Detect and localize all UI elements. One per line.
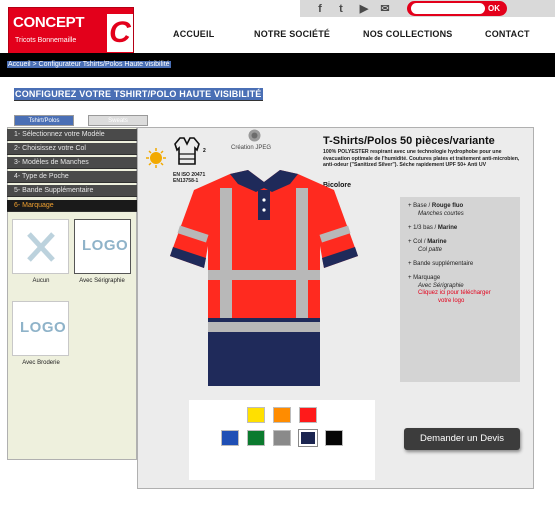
download-jpeg-icon[interactable] (248, 129, 261, 142)
summary-bande: + Bande supplémentaire (408, 261, 474, 267)
color-swatch-green[interactable] (247, 430, 265, 446)
upload-logo-link[interactable]: Cliquez ici pour télécharger (418, 290, 491, 296)
none-icon (27, 232, 55, 262)
tab-tshirt-polos[interactable]: Tshirt/Polos (14, 115, 74, 126)
step-col[interactable]: 2- Choisissez votre Col (7, 143, 137, 155)
option-broderie-label: Avec Broderie (22, 360, 60, 366)
option-aucun[interactable] (12, 219, 69, 274)
color-swatch-black[interactable] (325, 430, 343, 446)
tab-sweats[interactable]: Sweats (88, 115, 148, 126)
step-marquage[interactable]: 6- Marquage (7, 200, 137, 212)
logo-letter-mark: C (107, 14, 133, 52)
cert-class-number: 2 (203, 148, 206, 154)
nav-item-contact[interactable]: CONTACT (485, 29, 530, 39)
twitter-icon[interactable]: t (334, 2, 348, 15)
selection-summary: + Base / Rouge fluo Manches courtes + 1/… (400, 197, 520, 382)
summary-marquage: + Marquage Avec Sérigraphie Cliquez ici … (408, 275, 491, 304)
product-title: T-Shirts/Polos 50 pièces/variante (323, 135, 495, 147)
youtube-icon[interactable]: ▶ (357, 2, 371, 15)
step-poche[interactable]: 4- Type de Poche (7, 171, 137, 183)
summary-col: + Col / Marine Col patte (408, 239, 447, 253)
search-ok-button[interactable]: OK (485, 2, 503, 15)
logo-placeholder-image: LOGO (82, 237, 129, 254)
brand-logo[interactable]: CONCEPT Tricots Bonnemaille C (8, 7, 134, 56)
option-serigraphie-label: Avec Sérigraphie (79, 278, 125, 284)
creation-jpeg-link[interactable]: Création JPEG (231, 145, 271, 151)
option-aucun-label: Aucun (32, 278, 50, 284)
color-swatch-grey[interactable] (273, 430, 291, 446)
color-swatch-yellow[interactable] (247, 407, 265, 423)
uv-protection-icon (146, 148, 166, 168)
search-input[interactable] (411, 3, 485, 14)
summary-bas: + 1/3 bas / Marine (408, 225, 458, 231)
email-icon[interactable]: ✉ (378, 2, 392, 15)
summary-base: + Base / Rouge fluo Manches courtes (408, 203, 464, 217)
product-description: 100% POLYESTER respirant avec une techno… (323, 149, 520, 168)
logo-wordmark: CONCEPT (13, 14, 85, 31)
polo-preview-image (170, 170, 358, 386)
breadcrumb[interactable]: Accueil > Configurateur Tshirts/Polos Ha… (7, 61, 171, 68)
nav-item-societe[interactable]: NOTRE SOCIÉTÉ (254, 29, 330, 39)
nav-item-accueil[interactable]: ACCUEIL (173, 29, 214, 39)
color-swatch-blue[interactable] (221, 430, 239, 446)
step-bande[interactable]: 5- Bande Supplémentaire (7, 185, 137, 197)
color-swatch-orange[interactable] (273, 407, 291, 423)
main-nav: ACCUEIL NOTRE SOCIÉTÉ NOS COLLECTIONS CO… (140, 23, 555, 45)
page-title: CONFIGUREZ VOTRE TSHIRT/POLO HAUTE VISIB… (14, 88, 263, 101)
request-quote-button[interactable]: Demander un Devis (404, 428, 520, 450)
logo-placeholder-image: LOGO (20, 319, 67, 336)
logo-tagline: Tricots Bonnemaille (15, 37, 77, 44)
page: f t ▶ ✉ OK CONCEPT Tricots Bonnemaille C… (0, 0, 555, 509)
option-broderie[interactable]: LOGO (12, 301, 69, 356)
option-serigraphie[interactable]: LOGO (74, 219, 131, 274)
nav-item-collections[interactable]: NOS COLLECTIONS (363, 29, 453, 39)
color-swatch-navy[interactable] (298, 429, 318, 447)
facebook-icon[interactable]: f (313, 2, 327, 15)
color-swatch-panel (189, 400, 375, 480)
upload-logo-link-2[interactable]: votre logo (438, 298, 464, 304)
step-modele[interactable]: 1- Sélectionnez votre Modèle (7, 129, 137, 141)
hi-vis-vest-icon (174, 137, 200, 165)
color-swatch-red[interactable] (299, 407, 317, 423)
step-manches[interactable]: 3- Modèles de Manches (7, 157, 137, 169)
